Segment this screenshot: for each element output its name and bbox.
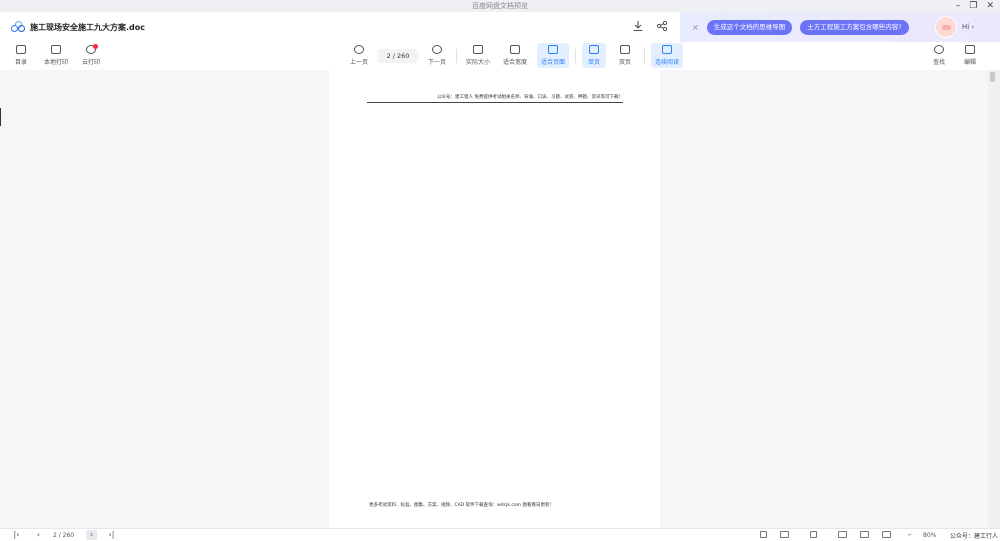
status-bar: |‹ ‹ 2 / 260 › ›| – 80% 公众号：建工行人 xyxy=(0,528,1000,541)
first-page-icon[interactable]: |‹ xyxy=(11,530,22,540)
local-print-button[interactable]: 本地打印 xyxy=(42,45,70,66)
document-title: 施工现场安全施工九大方案.doc xyxy=(30,22,146,32)
toolbar-divider xyxy=(456,49,457,63)
single-page-button[interactable]: 单页 xyxy=(580,45,608,66)
double-page-button[interactable]: 双页 xyxy=(611,45,639,66)
toc-button[interactable]: 目录 xyxy=(7,45,35,66)
toolbar-divider xyxy=(644,49,645,63)
fit-page-label: 适合页面 xyxy=(540,59,565,66)
actual-size-small-icon[interactable] xyxy=(838,531,847,538)
viewer-toolbar: 目录 本地打印 云打印 上一页 2 / 260 下一页 实际大小 适合宽度 适合… xyxy=(0,42,1000,70)
download-icon[interactable] xyxy=(632,20,644,32)
actual-size-label: 实际大小 xyxy=(465,59,490,66)
fit-width-label: 适合宽度 xyxy=(502,59,527,66)
ai-close-icon[interactable]: × xyxy=(692,23,699,32)
edit-button[interactable]: 编辑 xyxy=(956,45,984,66)
fit-width-button[interactable]: 适合宽度 xyxy=(501,45,529,66)
fit-width-icon xyxy=(510,45,520,54)
ai-avatar-icon[interactable] xyxy=(935,16,957,38)
toolbar-divider xyxy=(575,49,576,63)
continuous-view-icon[interactable] xyxy=(810,531,817,538)
single-view-icon[interactable] xyxy=(760,531,767,538)
edit-icon xyxy=(965,45,975,54)
continuous-read-button[interactable]: 连续阅读 xyxy=(653,45,681,66)
last-page-icon[interactable]: ›| xyxy=(106,530,117,540)
document-header: 施工现场安全施工九大方案.doc xyxy=(0,12,680,42)
document-viewer[interactable]: 公众号：建工猎人 免费提供考试相关名师、背诵、口诀、习题、试卷、押题、资讯等可下… xyxy=(0,70,988,528)
next-page-small-icon[interactable]: › xyxy=(86,530,97,540)
prev-page-icon xyxy=(354,45,364,54)
window-titlebar: 百度网盘文档预览 – ❐ ✕ xyxy=(0,0,1000,12)
close-icon[interactable]: ✕ xyxy=(986,0,994,12)
local-print-label: 本地打印 xyxy=(43,59,68,66)
search-button[interactable]: 查找 xyxy=(925,45,953,66)
page-indicator[interactable]: 2 / 260 xyxy=(378,49,418,63)
print-icon xyxy=(51,45,61,54)
cloud-print-button[interactable]: 云打印 xyxy=(77,44,105,66)
actual-size-button[interactable]: 实际大小 xyxy=(464,45,492,66)
ai-greeting[interactable]: Hi › xyxy=(962,23,974,31)
page-header-text: 公众号：建工猎人 免费提供考试相关名师、背诵、口诀、习题、试卷、押题、资讯等可下… xyxy=(367,94,623,103)
fit-width-small-icon[interactable] xyxy=(860,531,869,538)
toc-icon xyxy=(16,45,26,54)
double-page-icon xyxy=(620,45,630,54)
next-page-icon xyxy=(432,45,442,54)
toc-label: 目录 xyxy=(14,59,27,66)
document-page[interactable]: 公众号：建工猎人 免费提供考试相关名师、背诵、口诀、习题、试卷、押题、资讯等可下… xyxy=(329,70,660,528)
prev-page-small-icon[interactable]: ‹ xyxy=(33,530,44,540)
continuous-icon xyxy=(662,45,672,54)
fit-page-button[interactable]: 适合页面 xyxy=(539,45,567,66)
double-view-icon[interactable] xyxy=(780,531,789,538)
share-icon[interactable] xyxy=(656,20,668,32)
zoom-out-icon[interactable]: – xyxy=(904,530,915,540)
fit-page-small-icon[interactable] xyxy=(882,531,891,538)
next-page-button[interactable]: 下一页 xyxy=(423,45,451,66)
single-page-icon xyxy=(589,45,599,54)
edit-label: 编辑 xyxy=(963,59,976,66)
actual-size-icon xyxy=(473,45,483,54)
page-footer-text: 更多考试资料、标准、图集、方案、视频、CAD 软件下载查询：wdcjk.com … xyxy=(369,503,554,508)
restore-icon[interactable]: ❐ xyxy=(969,0,977,12)
double-page-label: 双页 xyxy=(618,59,631,66)
text-cursor xyxy=(0,108,1,126)
scrollbar-thumb[interactable] xyxy=(990,72,995,82)
status-page-indicator[interactable]: 2 / 260 xyxy=(53,530,74,541)
window-title: 百度网盘文档预览 xyxy=(472,2,528,10)
ai-suggestion-mindmap[interactable]: 生成这个文档的思维导图 xyxy=(706,19,793,35)
watermark-text: 公众号：建工行人 xyxy=(949,533,998,540)
window-controls: – ❐ ✕ xyxy=(956,0,994,12)
search-label: 查找 xyxy=(932,59,945,66)
ai-suggestion-question[interactable]: 土方工程施工方案包含哪些内容? xyxy=(800,19,909,35)
single-page-label: 单页 xyxy=(587,59,600,66)
document-actions xyxy=(632,20,668,32)
minimize-icon[interactable]: – xyxy=(956,0,961,12)
vertical-scrollbar[interactable] xyxy=(988,70,1000,528)
notification-dot xyxy=(93,44,98,49)
ai-assistant-panel: × 生成这个文档的思维导图 土方工程施工方案包含哪些内容? Hi › xyxy=(680,12,1000,42)
fit-page-icon xyxy=(548,45,558,54)
baidu-netdisk-logo-icon xyxy=(11,21,25,33)
continuous-read-label: 连续阅读 xyxy=(654,59,679,66)
prev-page-label: 上一页 xyxy=(349,59,368,66)
prev-page-button[interactable]: 上一页 xyxy=(345,45,373,66)
search-icon xyxy=(934,45,944,54)
zoom-level[interactable]: 80% xyxy=(923,530,936,541)
next-page-label: 下一页 xyxy=(427,59,446,66)
cloud-print-label: 云打印 xyxy=(81,59,100,66)
